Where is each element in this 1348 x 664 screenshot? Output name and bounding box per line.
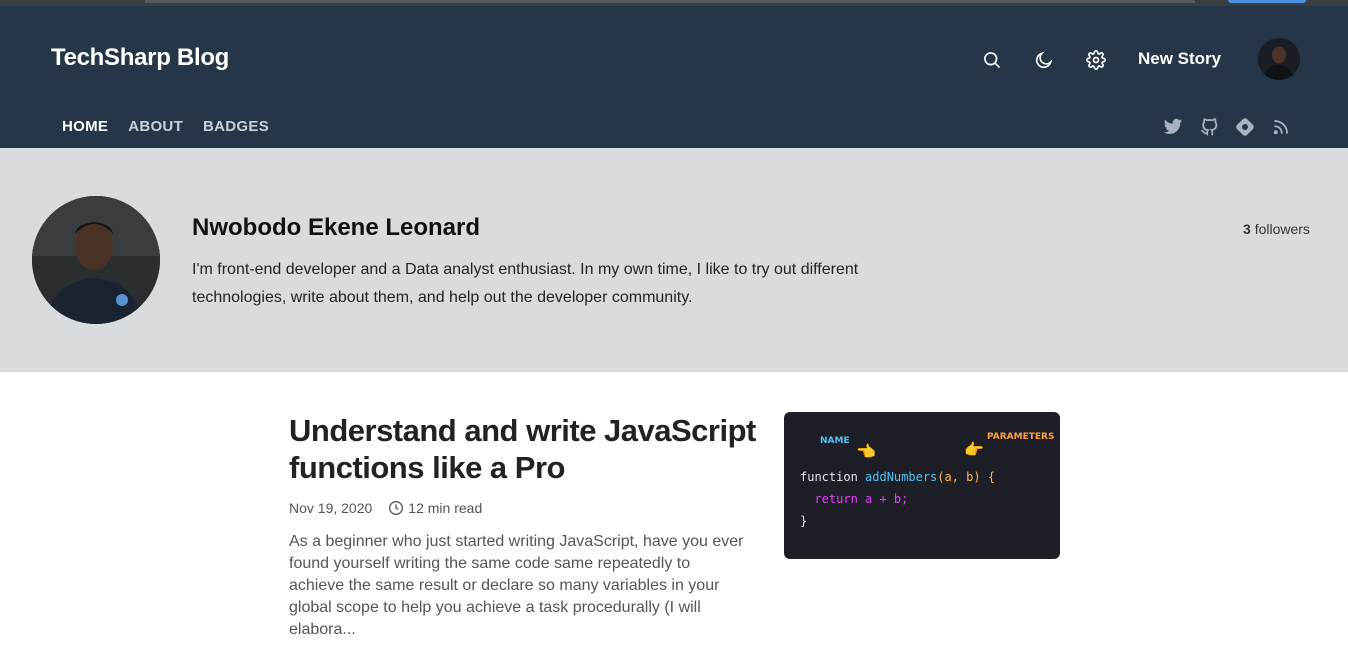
pointing-hand-icon: 👈 (856, 444, 876, 461)
code-function-name: addNumbers (865, 470, 938, 484)
moon-icon[interactable] (1032, 48, 1056, 72)
pointing-hand-icon: 👉 (964, 442, 984, 459)
clock-icon (388, 500, 404, 516)
followers-number: 3 (1243, 221, 1251, 237)
post-date: Nov 19, 2020 (289, 500, 373, 516)
code-params: (a, b) { (937, 470, 996, 484)
code-keyword: function (800, 470, 858, 484)
nav-home[interactable]: HOME (62, 118, 108, 135)
rss-icon[interactable] (1270, 116, 1292, 138)
new-story-button[interactable]: New Story (1138, 49, 1221, 69)
main-nav: HOME ABOUT BADGES (62, 118, 269, 135)
user-avatar[interactable] (1258, 38, 1300, 80)
nav-badges[interactable]: BADGES (203, 118, 269, 135)
post-read-time: 12 min read (408, 500, 483, 516)
author-profile: Nwobodo Ekene Leonard I'm front-end deve… (0, 148, 1348, 372)
browser-scroll-bar (145, 0, 1195, 3)
author-avatar (32, 196, 160, 324)
site-header: TechSharp Blog New Story HOME ABOUT BADG… (0, 6, 1348, 148)
cover-label-name: NAME (820, 436, 850, 446)
code-return: return a + b; (814, 492, 909, 506)
blog-title[interactable]: TechSharp Blog (51, 44, 229, 72)
post-title[interactable]: Understand and write JavaScript function… (289, 412, 759, 486)
code-close: } (800, 514, 808, 528)
followers-count[interactable]: 3 followers (1243, 221, 1310, 237)
cover-label-parameters: PARAMETERS (987, 432, 1055, 442)
nav-about[interactable]: ABOUT (128, 118, 183, 135)
followers-label: followers (1254, 221, 1310, 237)
author-bio: I'm front-end developer and a Data analy… (192, 261, 859, 306)
twitter-icon[interactable] (1162, 116, 1184, 138)
github-icon[interactable] (1198, 116, 1220, 138)
post-excerpt: As a beginner who just started writing J… (289, 533, 744, 638)
author-name: Nwobodo Ekene Leonard (192, 214, 481, 241)
hashnode-icon[interactable] (1234, 116, 1256, 138)
browser-accent-pill (1228, 0, 1306, 3)
cover-code: function addNumbers(a, b) { return a + b… (800, 466, 995, 532)
search-icon[interactable] (980, 48, 1004, 72)
post-cover-image[interactable]: NAME 👈 👉 PARAMETERS function addNumbers(… (784, 412, 1060, 559)
post-meta: Nov 19, 2020 12 min read (289, 500, 482, 516)
gear-icon[interactable] (1084, 48, 1108, 72)
